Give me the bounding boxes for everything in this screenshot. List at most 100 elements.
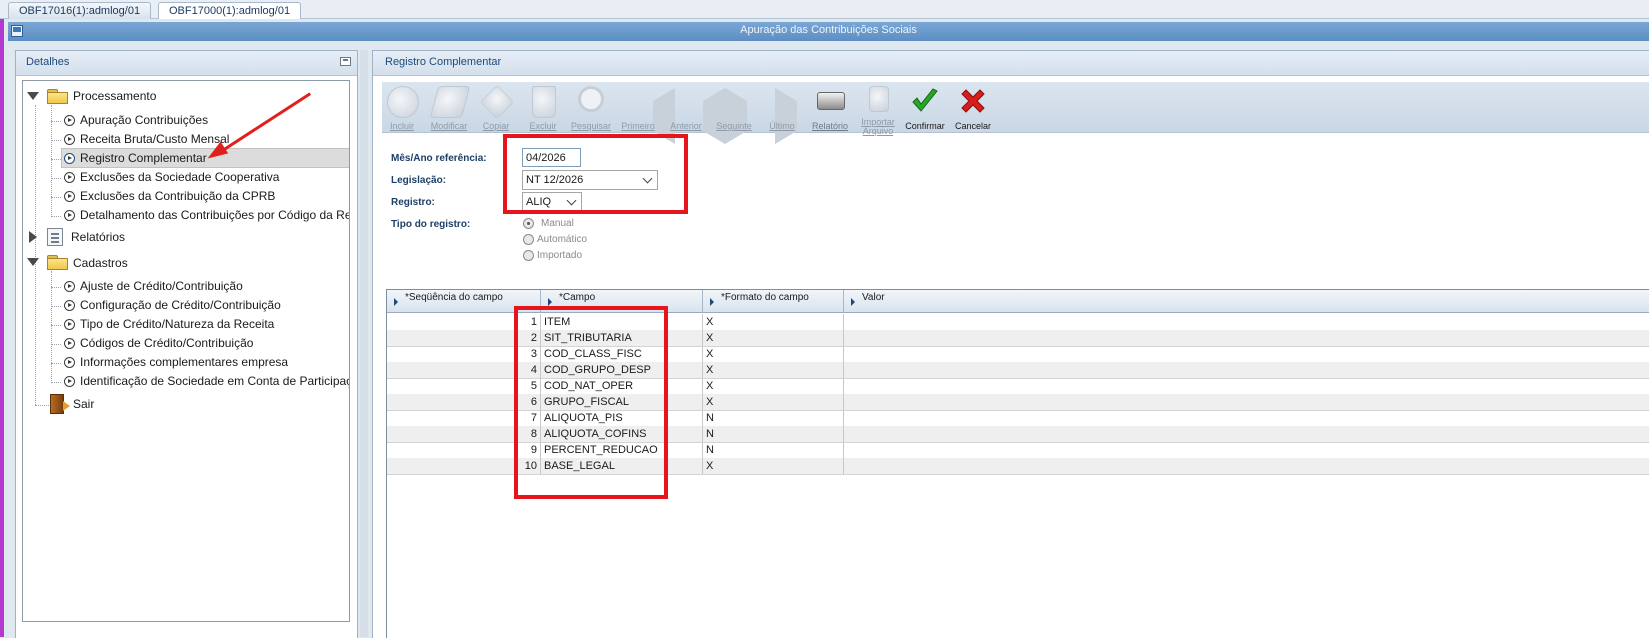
tipo-manual-label: Manual <box>541 218 574 229</box>
tree-item-detalhamento[interactable]: Detalhamento das Contribuições por Códig… <box>80 206 349 224</box>
edit-pencil-icon <box>429 86 471 118</box>
tree-item-identificacao-sociedade[interactable]: Identificação de Sociedade em Conta de P… <box>80 372 349 390</box>
cell-formato[interactable]: X <box>703 458 844 474</box>
tree-connector <box>35 105 36 405</box>
panel-splitter[interactable] <box>360 50 368 637</box>
tree-connector <box>51 382 61 383</box>
red-x-icon <box>961 89 985 113</box>
cell-valor[interactable] <box>844 442 1649 458</box>
mes-ano-label: Mês/Ano referência: <box>391 153 487 164</box>
tree-item-registro-complementar[interactable]: Registro Complementar <box>80 149 207 167</box>
cancelar-button[interactable]: Cancelar <box>950 84 996 132</box>
tree-item-exclusoes-cooperativa[interactable]: Exclusões da Sociedade Cooperativa <box>80 168 279 186</box>
column-header-formato[interactable]: *Formato do campo <box>703 290 844 312</box>
column-sort-icon <box>710 298 714 306</box>
tree-item-configuracao-credito[interactable]: Configuração de Crédito/Contribuição <box>80 296 281 314</box>
tab-obf17016[interactable]: OBF17016(1):admlog/01 <box>8 2 152 19</box>
tree-connector <box>35 405 49 406</box>
column-sort-icon <box>548 298 552 306</box>
circle-arrow-icon <box>64 153 75 164</box>
cell-valor[interactable] <box>844 378 1649 394</box>
action-toolbar: Incluir Modificar Copiar Excluir Pesquis… <box>379 82 1649 144</box>
collapse-arrow-icon[interactable] <box>27 258 39 266</box>
pesquisar-button[interactable]: Pesquisar <box>568 84 614 132</box>
excluir-button[interactable]: Excluir <box>520 84 566 132</box>
tree-item-receita-bruta[interactable]: Receita Bruta/Custo Mensal <box>80 130 229 148</box>
magnifier-icon <box>578 86 604 112</box>
cell-valor[interactable] <box>844 362 1649 378</box>
tree-item-apuracao-contribuicoes[interactable]: Apuração Contribuições <box>80 111 208 129</box>
seguinte-button[interactable]: Seguinte <box>711 84 757 144</box>
navigation-tree: Processamento Apuração Contribuições Rec… <box>22 80 350 622</box>
cell-valor[interactable] <box>844 330 1649 346</box>
tree-item-ajuste-credito[interactable]: Ajuste de Crédito/Contribuição <box>80 277 243 295</box>
collapse-arrow-icon[interactable] <box>27 92 39 100</box>
tree-connector <box>51 287 61 288</box>
column-header-valor[interactable]: Valor <box>844 290 1649 312</box>
tree-node-processamento[interactable]: Processamento <box>73 87 156 105</box>
cell-formato[interactable]: N <box>703 426 844 442</box>
report-list-icon <box>47 228 63 246</box>
tipo-registro-label: Tipo do registro: <box>391 219 471 230</box>
cell-formato[interactable]: X <box>703 314 844 330</box>
tab-obf17000[interactable]: OBF17000(1):admlog/01 <box>158 2 302 19</box>
folder-open-icon <box>47 255 68 270</box>
add-document-icon <box>387 86 419 118</box>
printer-icon <box>817 92 845 110</box>
green-check-icon <box>912 88 938 112</box>
registro-label: Registro: <box>391 197 435 208</box>
import-file-icon <box>869 86 889 112</box>
registro-panel-title: Registro Complementar <box>385 56 502 68</box>
tipo-automatico-radio[interactable] <box>523 234 534 245</box>
tipo-importado-radio[interactable] <box>523 250 534 261</box>
primeiro-button[interactable]: Primeiro <box>615 84 675 144</box>
cell-formato[interactable]: X <box>703 394 844 410</box>
exit-door-icon <box>50 394 70 414</box>
relatorio-button[interactable]: Relatório <box>807 84 853 132</box>
legislacao-label: Legislação: <box>391 175 447 186</box>
registro-panel-header: Registro Complementar <box>373 51 1649 76</box>
tipo-manual-radio[interactable] <box>523 218 534 229</box>
cell-formato[interactable]: X <box>703 346 844 362</box>
screen-edge <box>0 0 4 637</box>
incluir-button[interactable]: Incluir <box>379 84 425 132</box>
cell-formato[interactable]: N <box>703 410 844 426</box>
cell-valor[interactable] <box>844 410 1649 426</box>
minimize-icon[interactable] <box>340 57 351 66</box>
tree-item-informacoes-empresa[interactable]: Informações complementares empresa <box>80 353 288 371</box>
tree-item-codigos-credito[interactable]: Códigos de Crédito/Contribuição <box>80 334 253 352</box>
tree-connector <box>51 159 61 160</box>
cell-valor[interactable] <box>844 394 1649 410</box>
tree-connector <box>51 344 61 345</box>
circle-arrow-icon <box>64 210 75 221</box>
tipo-automatico-label: Automático <box>537 234 588 245</box>
ultimo-button[interactable]: Último <box>759 84 805 144</box>
cell-formato[interactable]: X <box>703 362 844 378</box>
tree-node-sair[interactable]: Sair <box>73 395 94 413</box>
tree-connector <box>51 306 61 307</box>
highlight-box-form <box>503 134 688 214</box>
cell-valor[interactable] <box>844 426 1649 442</box>
anterior-button[interactable]: Anterior <box>663 84 725 144</box>
tree-connector <box>51 140 61 141</box>
confirmar-button[interactable]: Confirmar <box>902 84 948 132</box>
circle-arrow-icon <box>64 338 75 349</box>
cell-formato[interactable]: X <box>703 378 844 394</box>
tree-item-tipo-credito[interactable]: Tipo de Crédito/Natureza da Receita <box>80 315 274 333</box>
tree-item-exclusoes-cprb[interactable]: Exclusões da Contribuição da CPRB <box>80 187 275 205</box>
cell-valor[interactable] <box>844 314 1649 330</box>
circle-arrow-icon <box>64 134 75 145</box>
cell-valor[interactable] <box>844 346 1649 362</box>
tree-connector <box>51 121 61 122</box>
circle-arrow-icon <box>64 300 75 311</box>
cell-valor[interactable] <box>844 458 1649 474</box>
circle-arrow-icon <box>64 172 75 183</box>
modificar-button[interactable]: Modificar <box>426 84 472 132</box>
tree-node-cadastros[interactable]: Cadastros <box>73 254 128 272</box>
cell-formato[interactable]: N <box>703 442 844 458</box>
importar-arquivo-button[interactable]: Importar Arquivo <box>855 84 901 136</box>
tree-node-relatorios[interactable]: Relatórios <box>71 228 125 246</box>
cell-formato[interactable]: X <box>703 330 844 346</box>
expand-arrow-icon[interactable] <box>29 231 37 243</box>
copiar-button[interactable]: Copiar <box>473 84 519 132</box>
